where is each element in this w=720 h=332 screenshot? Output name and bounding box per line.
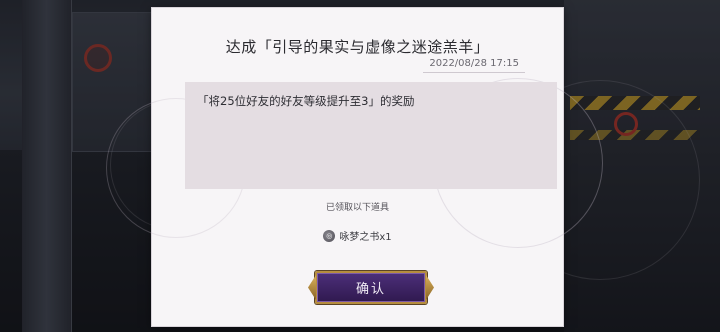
- button-ornament-left: [308, 275, 316, 300]
- message-box: 「将25位好友的好友等级提升至3」的奖励: [185, 82, 557, 189]
- reward-item: ◎ 咏梦之书x1: [152, 228, 563, 243]
- message-text: 「将25位好友的好友等级提升至3」的奖励: [197, 94, 415, 108]
- dialog-title: 达成「引导的果实与虚像之迷途羔羊」: [225, 38, 490, 56]
- reward-dialog: 达成「引导的果实与虚像之迷途羔羊」 2022/08/28 17:15 「将25位…: [106, 8, 603, 326]
- received-items-label: 已领取以下道具: [325, 203, 389, 213]
- timestamp: 2022/08/28 17:15: [423, 58, 525, 73]
- confirm-button-label: 确认: [355, 282, 386, 297]
- reward-item-name: 咏梦之书x1: [339, 232, 392, 243]
- dream-book-icon: ◎: [323, 229, 336, 242]
- button-ornament-right: [426, 275, 434, 300]
- confirm-button[interactable]: 确认: [308, 271, 434, 304]
